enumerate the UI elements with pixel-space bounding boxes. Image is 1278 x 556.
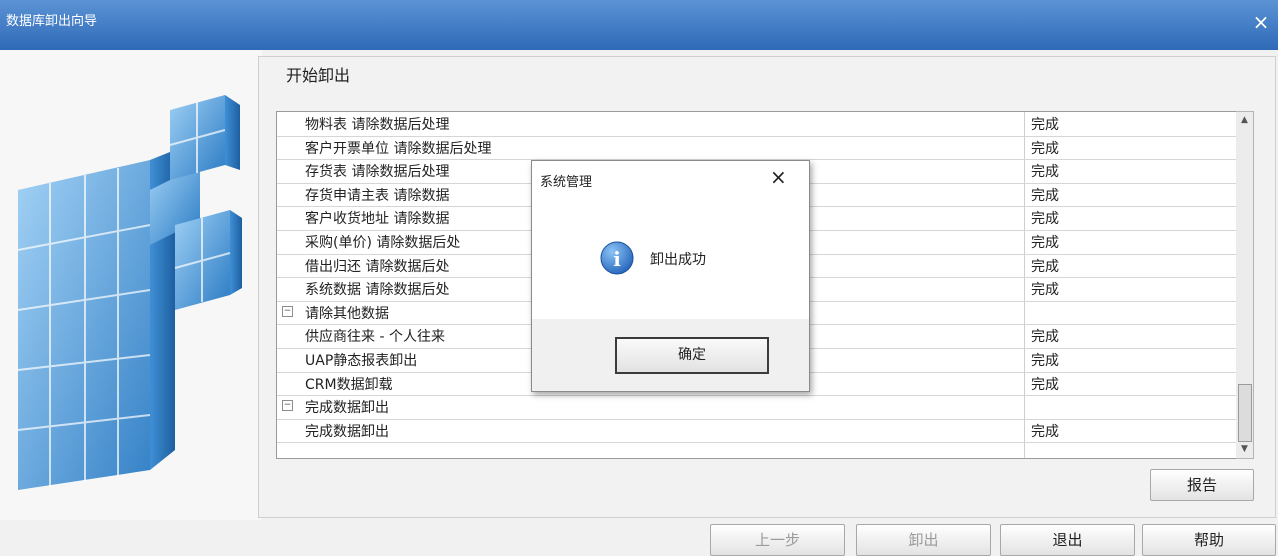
- task-status: 完成: [1031, 423, 1059, 440]
- task-name: 借出归还 请除数据后处: [305, 258, 450, 275]
- task-status: 完成: [1031, 211, 1059, 228]
- info-icon: i: [600, 241, 634, 275]
- message-dialog: 系统管理 × i 卸出成功 确定: [531, 160, 810, 392]
- window-title: 数据库卸出向导: [6, 14, 98, 29]
- task-status: 完成: [1031, 329, 1059, 346]
- dialog-message: 卸出成功: [650, 252, 706, 268]
- task-name: 完成数据卸出: [305, 400, 389, 417]
- task-name: 请除其他数据: [305, 305, 389, 322]
- task-status: 完成: [1031, 187, 1059, 204]
- exit-button[interactable]: 退出: [1000, 524, 1135, 556]
- illustration-pane: [0, 50, 262, 520]
- task-name: 客户收货地址 请除数据: [305, 211, 450, 228]
- task-status: 完成: [1031, 140, 1059, 157]
- tree-collapse-icon[interactable]: −: [282, 305, 293, 317]
- list-item[interactable]: 物料表 请除数据后处理 完成: [277, 112, 1237, 137]
- task-status: 完成: [1031, 235, 1059, 251]
- task-name: 物料表 请除数据后处理: [305, 117, 450, 133]
- dialog-close-icon[interactable]: ×: [770, 165, 787, 189]
- task-status: 完成: [1031, 376, 1059, 393]
- task-status: 完成: [1031, 117, 1059, 133]
- task-name: 存货申请主表 请除数据: [305, 187, 450, 204]
- task-status: 完成: [1031, 353, 1059, 369]
- vertical-scrollbar[interactable]: ▲ ▼: [1236, 111, 1254, 459]
- task-name: 客户开票单位 请除数据后处理: [305, 140, 492, 157]
- task-name: 存货表 请除数据后处理: [305, 164, 450, 181]
- task-name: 采购(单价) 请除数据后处: [305, 235, 461, 251]
- report-button[interactable]: 报告: [1150, 469, 1254, 501]
- list-item[interactable]: 客户开票单位 请除数据后处理 完成: [277, 136, 1237, 161]
- title-bar: 数据库卸出向导 ×: [0, 0, 1278, 50]
- task-status: 完成: [1031, 164, 1059, 181]
- scroll-down-icon[interactable]: ▼: [1236, 441, 1253, 457]
- group-row[interactable]: − 完成数据卸出: [277, 395, 1237, 420]
- info-icon-glyph: i: [613, 247, 621, 271]
- prev-step-button[interactable]: 上一步: [710, 524, 845, 556]
- task-name: 系统数据 请除数据后处: [305, 282, 450, 299]
- task-status: 完成: [1031, 282, 1059, 299]
- task-status: 完成: [1031, 258, 1059, 275]
- task-name: CRM数据卸载: [305, 376, 393, 393]
- scroll-thumb[interactable]: [1238, 384, 1252, 442]
- window-close-icon[interactable]: ×: [1248, 9, 1274, 35]
- list-item[interactable]: 完成数据卸出 完成: [277, 419, 1237, 444]
- task-name: 完成数据卸出: [305, 423, 389, 440]
- task-name: 供应商往来 - 个人往来: [305, 329, 445, 346]
- dialog-title: 系统管理: [540, 175, 593, 190]
- task-name: UAP静态报表卸出: [305, 353, 418, 369]
- dialog-footer: 确定: [532, 319, 809, 391]
- help-button[interactable]: 帮助: [1142, 524, 1276, 556]
- server-cubes-illustration: [17, 95, 242, 490]
- scroll-up-icon[interactable]: ▲: [1236, 112, 1253, 128]
- tree-collapse-icon[interactable]: −: [282, 400, 293, 412]
- section-title: 开始卸出: [286, 66, 351, 85]
- ok-button[interactable]: 确定: [615, 337, 769, 374]
- unload-button[interactable]: 卸出: [856, 524, 991, 556]
